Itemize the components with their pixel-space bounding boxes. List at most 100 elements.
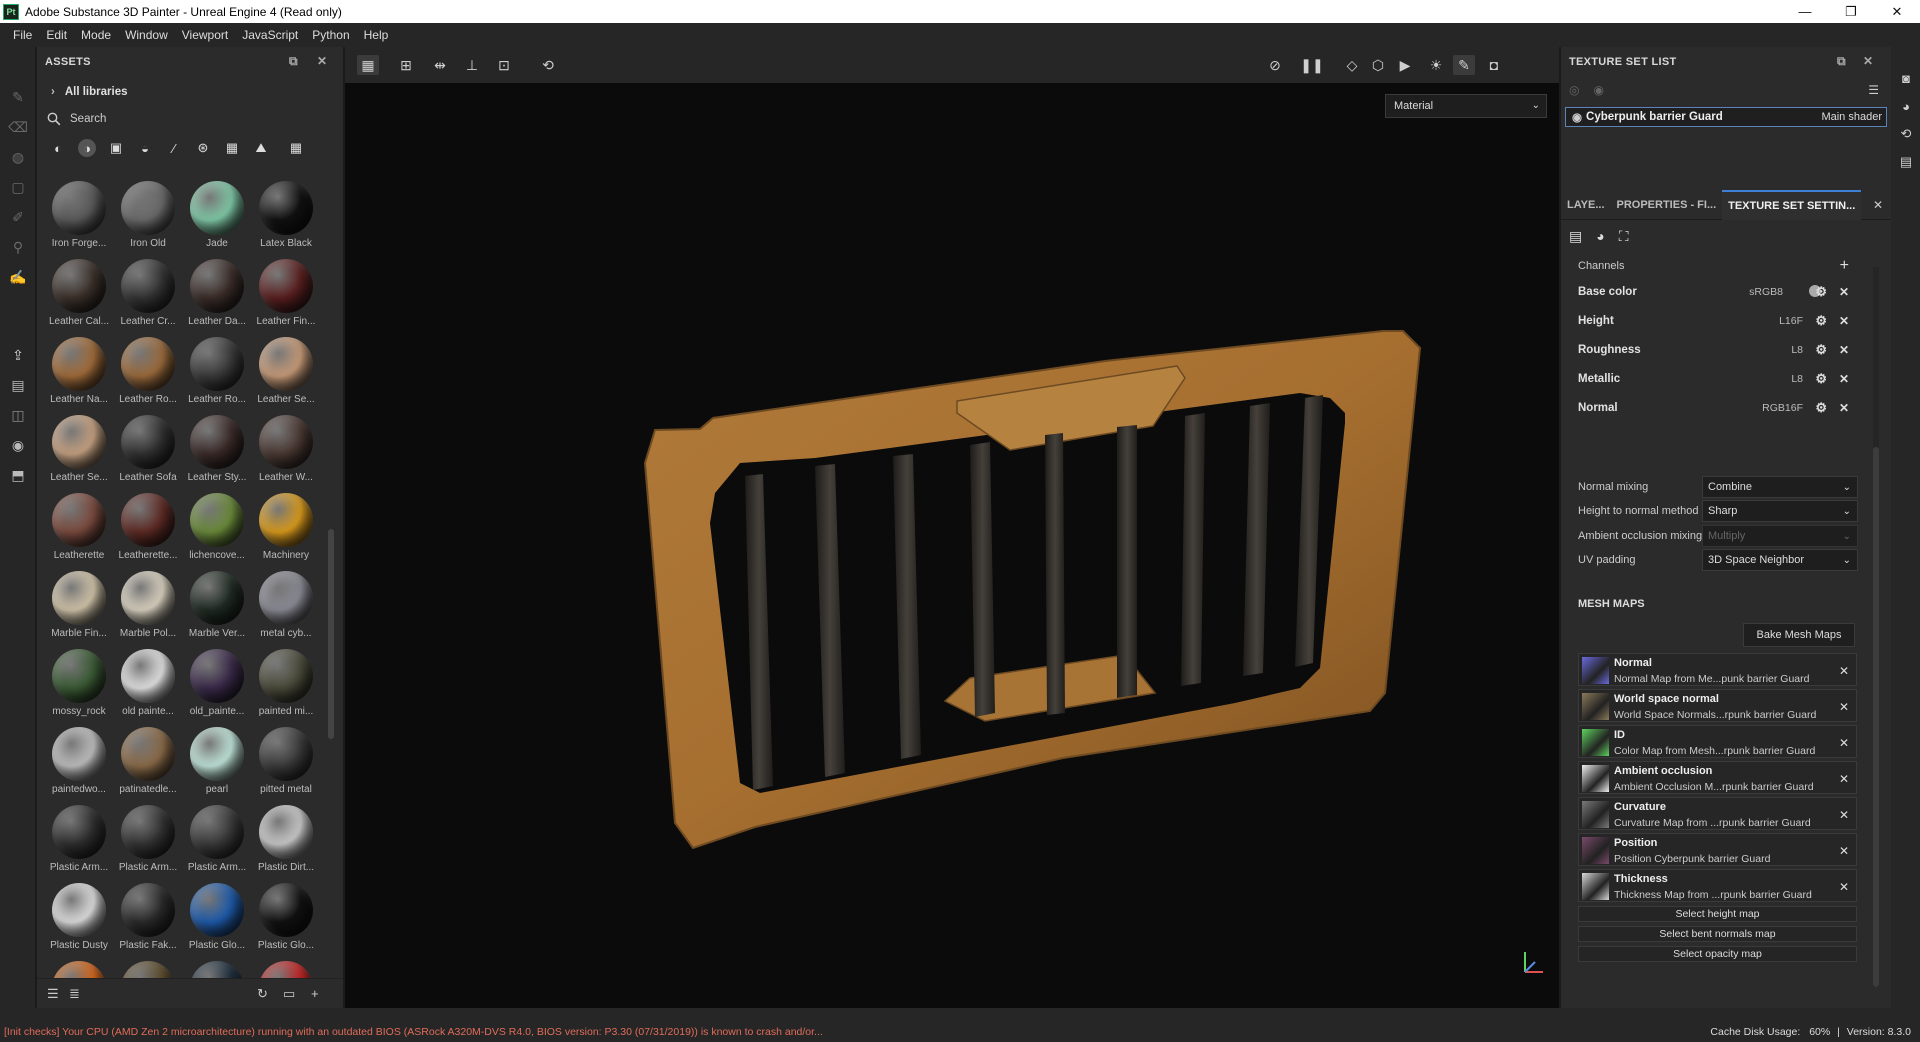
menu-icon[interactable]: ☰ bbox=[1868, 83, 1879, 97]
material-tile[interactable]: Leather Da... bbox=[183, 257, 251, 335]
filter-filters-icon[interactable]: ◒ bbox=[136, 139, 154, 157]
material-tile[interactable]: Plastic Arm... bbox=[114, 803, 182, 881]
material-tile[interactable]: Marble Ver... bbox=[183, 569, 251, 647]
material-tile[interactable]: pitted metal bbox=[252, 725, 320, 803]
material-tile[interactable]: Leather Se... bbox=[252, 335, 320, 413]
bake-mesh-maps-button[interactable]: Bake Mesh Maps bbox=[1743, 623, 1855, 647]
tab-layers[interactable]: LAYE... bbox=[1561, 190, 1611, 220]
filter-environments-icon[interactable]: ⛰ bbox=[252, 139, 270, 157]
option-select[interactable]: 3D Space Neighbor ⌄ bbox=[1702, 549, 1858, 571]
projection-tool-icon[interactable]: ◍ bbox=[8, 147, 28, 167]
channel-format[interactable]: L8 bbox=[1791, 344, 1803, 356]
option-select[interactable]: Sharp ⌄ bbox=[1702, 500, 1858, 522]
channel-format[interactable]: L8 bbox=[1791, 373, 1803, 385]
settings-icon[interactable]: ▤ bbox=[1569, 228, 1582, 245]
material-tile[interactable]: Plastic Glo... bbox=[183, 881, 251, 959]
filter-particles-icon[interactable]: ⊛ bbox=[194, 139, 212, 157]
texture-set-shader[interactable]: Main shader bbox=[1821, 111, 1882, 123]
tab-properties[interactable]: PROPERTIES - FI... bbox=[1611, 190, 1723, 220]
channel-settings-icon[interactable]: ⚙ bbox=[1815, 400, 1827, 416]
channel-format[interactable]: RGB16F bbox=[1762, 402, 1803, 414]
channel-settings-icon[interactable]: ⚙ bbox=[1815, 342, 1827, 358]
select-map-button[interactable]: Select opacity map bbox=[1578, 946, 1857, 962]
pause-icon[interactable]: ❚❚ bbox=[1300, 55, 1323, 75]
select-map-button[interactable]: Select height map bbox=[1578, 906, 1857, 922]
shader-icon[interactable]: ◕ bbox=[1596, 228, 1604, 244]
remove-channel-icon[interactable]: ✕ bbox=[1839, 372, 1849, 386]
menu-mode[interactable]: Mode bbox=[74, 28, 118, 42]
filter-materials-icon[interactable]: ◐ bbox=[49, 139, 67, 157]
material-tile[interactable]: Latex Black bbox=[252, 179, 320, 257]
material-tile[interactable]: painted mi... bbox=[252, 647, 320, 725]
channel-settings-icon[interactable]: ⚙ bbox=[1815, 284, 1827, 300]
log-icon[interactable]: ▤ bbox=[1897, 153, 1915, 171]
2d-3d-grid-icon[interactable]: ▦ bbox=[357, 55, 379, 75]
close-window-button[interactable]: ✕ bbox=[1874, 0, 1920, 23]
material-tile[interactable]: metal cyb... bbox=[252, 569, 320, 647]
material-tile[interactable]: Plastic Fak... bbox=[114, 881, 182, 959]
material-tile[interactable]: Leather Ro... bbox=[114, 335, 182, 413]
material-tile[interactable]: Jade bbox=[183, 179, 251, 257]
material-tile[interactable]: Marble Pol... bbox=[114, 569, 182, 647]
hide-icon[interactable]: ◎ bbox=[1569, 83, 1579, 97]
paint-brush-tool-icon[interactable]: ✎ bbox=[8, 87, 28, 107]
mesh-map-item[interactable]: Ambient occlusion Ambient Occlusion M...r… bbox=[1578, 761, 1857, 794]
visibility-icon[interactable]: ◉ bbox=[1593, 83, 1603, 97]
menu-help[interactable]: Help bbox=[357, 28, 396, 42]
remove-mesh-map-icon[interactable]: ✕ bbox=[1839, 664, 1849, 678]
channel-row[interactable]: Height L16F ⚙ ✕ bbox=[1561, 306, 1861, 335]
material-tile[interactable]: old_painte... bbox=[183, 647, 251, 725]
settings-scroll-thumb[interactable] bbox=[1873, 447, 1879, 987]
channel-format[interactable]: sRGB8 bbox=[1749, 286, 1783, 298]
float-panel-icon[interactable]: ⧉ bbox=[1837, 54, 1846, 69]
add-channel-icon[interactable]: + bbox=[1840, 257, 1849, 275]
2d-view-icon[interactable]: ◇ bbox=[1341, 55, 1363, 75]
grid-view-icon[interactable]: ▦ bbox=[287, 139, 305, 157]
display-settings-icon[interactable]: ◙ bbox=[1897, 69, 1915, 87]
export-icon[interactable]: ⇪ bbox=[8, 345, 28, 365]
mesh-map-item[interactable]: World space normal World Space Normals...… bbox=[1578, 689, 1857, 722]
menu-python[interactable]: Python bbox=[305, 28, 356, 42]
uv-grid-icon[interactable]: ⊞ bbox=[395, 55, 417, 75]
camera-icon[interactable]: ▶ bbox=[1394, 55, 1416, 75]
lighting-icon[interactable]: ☀ bbox=[1425, 55, 1447, 75]
add-asset-icon[interactable]: + bbox=[311, 986, 319, 1001]
settings-scrollbar[interactable] bbox=[1873, 267, 1879, 987]
material-tile[interactable]: pearl bbox=[183, 725, 251, 803]
minimize-button[interactable]: — bbox=[1782, 0, 1828, 23]
uv-icon[interactable]: ⛶ bbox=[1619, 228, 1629, 245]
geometry-decal-tool-icon[interactable]: ▢ bbox=[8, 177, 28, 197]
menu-viewport[interactable]: Viewport bbox=[175, 28, 235, 42]
close-panel-icon[interactable]: ✕ bbox=[1863, 54, 1873, 68]
remove-mesh-map-icon[interactable]: ✕ bbox=[1839, 736, 1849, 750]
channel-settings-icon[interactable]: ⚙ bbox=[1815, 371, 1827, 387]
libraries-row[interactable]: › All libraries bbox=[37, 77, 343, 107]
material-tile[interactable]: Iron Old bbox=[114, 179, 182, 257]
material-tile[interactable]: Iron Forge... bbox=[45, 179, 113, 257]
frame-icon[interactable]: ⊡ bbox=[493, 55, 515, 75]
tab-texture-set-settings[interactable]: TEXTURE SET SETTIN... bbox=[1722, 189, 1862, 220]
remove-mesh-map-icon[interactable]: ✕ bbox=[1839, 808, 1849, 822]
shader-settings-icon[interactable]: ◕ bbox=[1897, 97, 1915, 115]
channel-settings-icon[interactable]: ⚙ bbox=[1815, 313, 1827, 329]
remove-channel-icon[interactable]: ✕ bbox=[1839, 401, 1849, 415]
material-tile[interactable]: Plastic Glo... bbox=[252, 881, 320, 959]
material-tile[interactable]: lichencove... bbox=[183, 491, 251, 569]
material-tile[interactable]: mossy_rock bbox=[45, 647, 113, 725]
status-error-message[interactable]: [Init checks] Your CPU (AMD Zen 2 microa… bbox=[0, 1026, 823, 1038]
viewport[interactable]: ▦ ⊞ ⇹ ⊥ ⊡ ⟲ ⊘ ❚❚ ◇ ⬡ ▶ ☀ ✎ ◘ Material ⌄ bbox=[345, 47, 1559, 1008]
material-tile[interactable]: Leather Na... bbox=[45, 335, 113, 413]
select-map-button[interactable]: Select bent normals map bbox=[1578, 926, 1857, 942]
hide-icon[interactable]: ⊘ bbox=[1264, 55, 1286, 75]
align-icon[interactable]: ⊥ bbox=[461, 55, 483, 75]
list-view-icon[interactable]: ≣ bbox=[69, 986, 80, 1002]
material-tile[interactable]: Plastic Arm... bbox=[183, 803, 251, 881]
material-tile[interactable]: Leather Sty... bbox=[183, 413, 251, 491]
smudge-tool-icon[interactable]: ✍ bbox=[8, 267, 28, 287]
material-tile[interactable]: Marble Fin... bbox=[45, 569, 113, 647]
close-panel-icon[interactable]: ✕ bbox=[317, 54, 327, 68]
remove-mesh-map-icon[interactable]: ✕ bbox=[1839, 880, 1849, 894]
material-tile[interactable]: Plastic Arm... bbox=[45, 803, 113, 881]
symmetry-icon[interactable]: ⇹ bbox=[429, 55, 451, 75]
remove-channel-icon[interactable]: ✕ bbox=[1839, 314, 1849, 328]
